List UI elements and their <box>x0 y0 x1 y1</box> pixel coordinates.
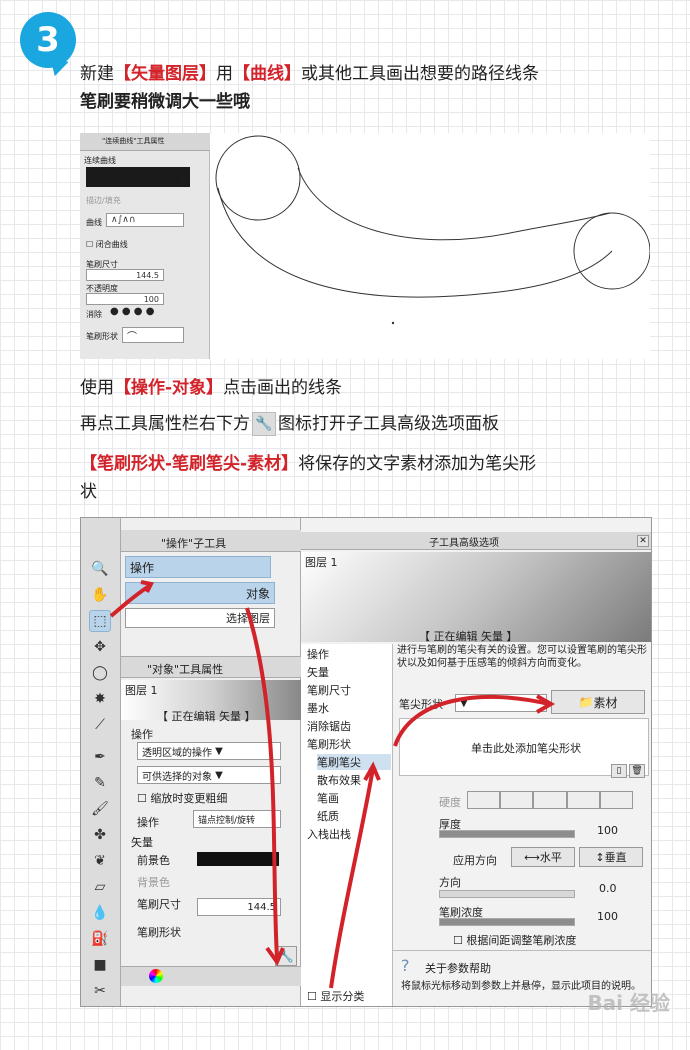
advanced-settings-screenshot: 🔍 ✋ ⬚ ✥ ◯ ✸ ⟋ ✒ ✎ 🖌 ✤ ❦ ▱ 💧 ⛽ ■ ✂ "操作"子工… <box>80 517 652 1007</box>
brush-shape-selector[interactable]: ⌒ <box>122 327 184 343</box>
brush-size-field[interactable]: 144.5 <box>86 269 164 281</box>
annotation-arrows <box>109 580 556 989</box>
drawing-canvas <box>215 135 650 325</box>
instruction-line-1: 新建【矢量图层】用【曲线】或其他工具画出想要的路径线条 <box>80 64 539 84</box>
instruction-brush-tip: 【笔刷形状-笔刷笔尖-素材】将保存的文字素材添加为笔尖形 <box>80 454 537 474</box>
step-number-badge: 3 <box>20 12 80 79</box>
tool-name: 连续曲线 <box>84 156 116 165</box>
instruction-use-operation: 使用【操作-对象】点击画出的线条 <box>80 378 343 398</box>
panel-title: "连续曲线"工具属性 <box>102 137 165 145</box>
border-fill-label: 描边/填充 <box>86 196 121 205</box>
instruction-line-2: 笔刷要稍微调大一些哦 <box>80 92 250 112</box>
close-curve-checkbox[interactable]: ☐ 闭合曲线 <box>86 239 128 250</box>
watermark: Bai 经验 <box>587 991 670 1015</box>
search-icon[interactable]: ⌕ <box>180 173 186 184</box>
instruction-brush-tip-line2: 状 <box>80 482 97 502</box>
brush-preview <box>86 167 190 187</box>
antialias-options[interactable]: ● ● ● ● <box>110 306 154 317</box>
curve-tool-property-panel: "连续曲线"工具属性 连续曲线 ⌕ 描边/填充 曲线 ∧∫∧∩ ☐ 闭合曲线 笔… <box>80 133 210 359</box>
instruction-open-advanced: 再点工具属性栏右下方 🔧 图标打开子工具高级选项面板 <box>80 412 499 436</box>
curve-tool-screenshot: "连续曲线"工具属性 连续曲线 ⌕ 描边/填充 曲线 ∧∫∧∩ ☐ 闭合曲线 笔… <box>80 133 650 359</box>
brush-shape-label: 笔刷形状 <box>86 332 118 341</box>
opacity-field[interactable]: 100 <box>86 293 164 305</box>
step-number: 3 <box>20 12 76 68</box>
antialias-label: 消除 <box>86 310 102 319</box>
wrench-icon: 🔧 <box>252 412 276 436</box>
curve-label: 曲线 <box>86 218 102 227</box>
curve-type-selector[interactable]: ∧∫∧∩ <box>106 213 184 227</box>
